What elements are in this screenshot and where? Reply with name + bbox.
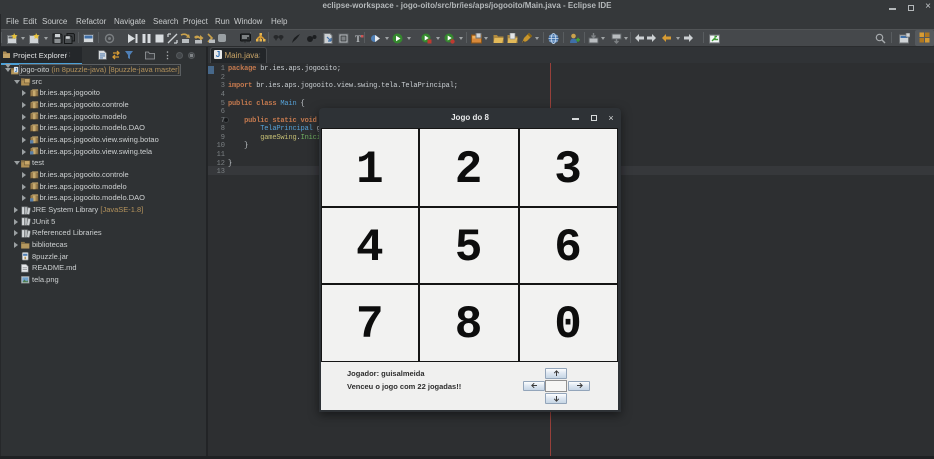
svg-text:T: T: [355, 34, 361, 44]
svg-text:J: J: [15, 67, 18, 73]
